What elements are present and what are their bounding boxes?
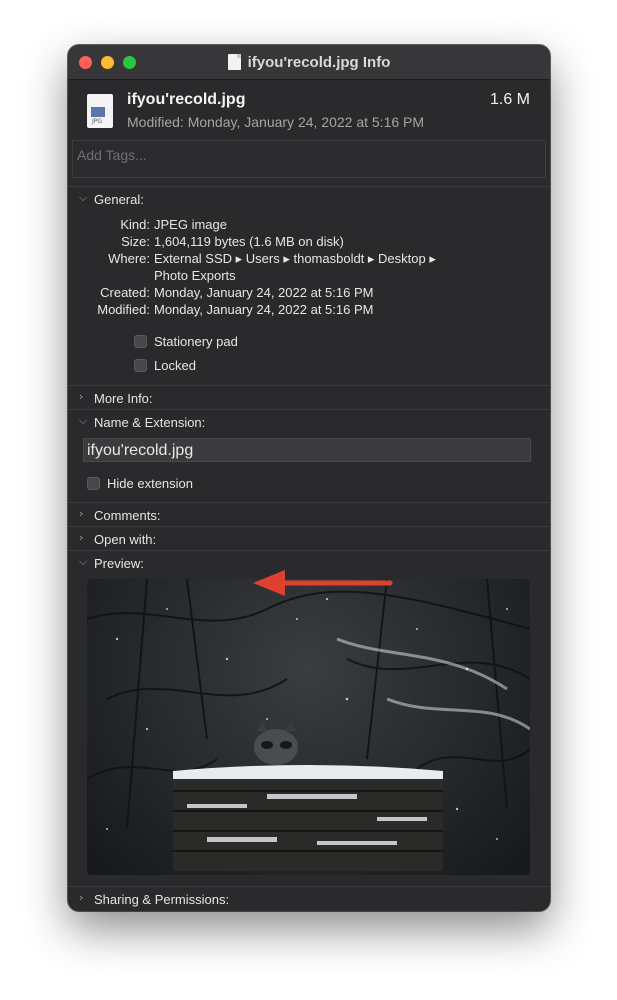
filename-field[interactable]: ifyou'recold.jpg — [83, 438, 531, 462]
section-general[interactable]: ⌵ General: — [68, 186, 550, 211]
file-icon-tag: JPG — [92, 118, 103, 125]
checkbox-box[interactable] — [134, 335, 147, 348]
chevron-down-icon: ⌵ — [79, 191, 88, 204]
size-key: Size: — [121, 234, 150, 249]
general-details: Kind: JPEG image Size: 1,604,119 bytes (… — [68, 216, 550, 326]
where-value-cont: Photo Exports — [154, 268, 236, 283]
section-general-label: General: — [94, 191, 144, 207]
chevron-right-icon: › — [79, 507, 84, 520]
where-value: External SSD ▸ Users ▸ thomasboldt ▸ Des… — [154, 251, 436, 266]
section-open-with-label: Open with: — [94, 531, 157, 547]
info-window: ifyou'recold.jpg Info JPG ifyou'recold.j… — [68, 45, 550, 911]
file-size: 1.6 M — [489, 91, 530, 108]
modified-key: Modified: — [97, 302, 150, 317]
window-title-wrap: ifyou'recold.jpg Info — [68, 45, 550, 79]
checkbox-box[interactable] — [87, 477, 100, 490]
created-key: Created: — [100, 285, 150, 300]
section-comments-label: Comments: — [94, 507, 161, 523]
locked-checkbox[interactable]: Locked — [134, 358, 196, 373]
jpeg-file-icon: JPG — [87, 94, 113, 128]
section-name-extension-label: Name & Extension: — [94, 414, 206, 430]
tags-field[interactable]: Add Tags... — [72, 140, 546, 178]
kind-value: JPEG image — [154, 217, 227, 232]
size-value: 1,604,119 bytes (1.6 MB on disk) — [154, 234, 344, 249]
file-header: JPG ifyou'recold.jpg 1.6 M Modified: Mon… — [68, 80, 550, 142]
file-name: ifyou'recold.jpg — [127, 91, 246, 108]
section-preview-label: Preview: — [94, 555, 144, 571]
kind-key: Kind: — [120, 217, 150, 232]
chevron-right-icon: › — [79, 891, 84, 904]
title-bar[interactable]: ifyou'recold.jpg Info — [68, 45, 550, 80]
document-icon — [227, 54, 241, 70]
modified-value: Monday, January 24, 2022 at 5:16 PM — [154, 302, 374, 317]
locked-label: Locked — [154, 358, 196, 373]
section-sharing-permissions[interactable]: › Sharing & Permissions: — [68, 886, 550, 911]
chevron-down-icon: ⌵ — [79, 414, 88, 427]
section-comments[interactable]: › Comments: — [68, 502, 550, 527]
where-key: Where: — [108, 251, 150, 266]
hide-extension-label: Hide extension — [107, 476, 193, 491]
stationery-pad-checkbox[interactable]: Stationery pad — [134, 334, 238, 349]
hide-extension-checkbox[interactable]: Hide extension — [87, 476, 193, 491]
modified-date: Modified: Monday, January 24, 2022 at 5:… — [127, 114, 425, 130]
chevron-down-icon: ⌵ — [79, 555, 88, 568]
section-open-with[interactable]: › Open with: — [68, 526, 550, 551]
preview-image — [87, 579, 530, 875]
checkbox-box[interactable] — [134, 359, 147, 372]
window-title: ifyou'recold.jpg Info — [247, 53, 391, 71]
section-more-info-label: More Info: — [94, 390, 153, 406]
preview-illustration — [87, 579, 530, 871]
created-value: Monday, January 24, 2022 at 5:16 PM — [154, 285, 374, 300]
section-sharing-permissions-label: Sharing & Permissions: — [94, 891, 230, 907]
chevron-right-icon: › — [79, 531, 84, 544]
annotation-arrow-icon — [253, 570, 393, 596]
section-more-info[interactable]: › More Info: — [68, 385, 550, 410]
section-name-extension[interactable]: ⌵ Name & Extension: — [68, 409, 550, 434]
stationery-pad-label: Stationery pad — [154, 334, 238, 349]
tags-placeholder: Add Tags... — [77, 147, 147, 163]
chevron-right-icon: › — [79, 390, 84, 403]
filename-field-value: ifyou'recold.jpg — [87, 442, 194, 459]
